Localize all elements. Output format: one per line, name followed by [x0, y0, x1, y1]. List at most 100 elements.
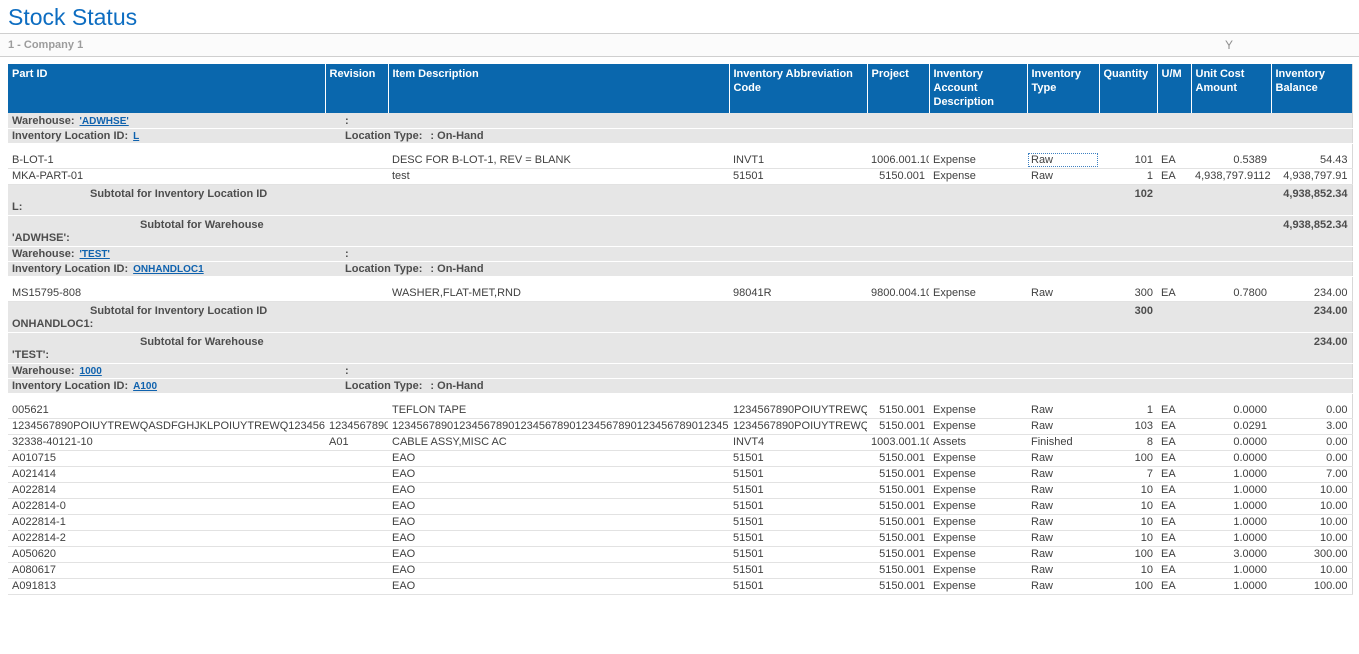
- cell-unit-cost-amount: 1.0000: [1191, 530, 1271, 546]
- subtotal-location-label: Subtotal for Inventory Location ID: [90, 305, 1095, 318]
- cell-inventory-type: Raw: [1027, 402, 1099, 418]
- cell-unit-cost-amount: 3.0000: [1191, 546, 1271, 562]
- cell-part-id: 005621: [8, 402, 325, 418]
- warehouse-link[interactable]: 'TEST': [80, 249, 110, 260]
- column-header-quantity: Quantity: [1099, 64, 1157, 113]
- cell-part-id: MKA-PART-01: [8, 168, 325, 184]
- warehouse-row: Warehouse:'ADWHSE':: [8, 113, 1352, 128]
- location-type-label: Location Type:: [345, 130, 422, 142]
- cell-revision: A01: [325, 434, 388, 450]
- warehouse-label: Warehouse:: [12, 248, 75, 260]
- cell-inventory-type: Raw: [1027, 578, 1099, 594]
- item-row: A010715EAO515015150.001ExpenseRaw100EA0.…: [8, 450, 1352, 466]
- location-type-label: Location Type:: [345, 380, 422, 392]
- warehouse-label: Warehouse:: [12, 365, 75, 377]
- cell-project: 5150.001: [867, 482, 929, 498]
- location-type: Location Type:: On-Hand: [345, 263, 484, 275]
- cell-quantity: 8: [1099, 434, 1157, 450]
- subtotal-location-id: L:: [12, 201, 1095, 214]
- cell-part-id: B-LOT-1: [8, 152, 325, 168]
- page-title: Stock Status: [8, 5, 1351, 29]
- cell-inventory-account-description: Expense: [929, 562, 1027, 578]
- cell-inventory-account-description: Expense: [929, 418, 1027, 434]
- cell-item-description: WASHER,FLAT-MET,RND: [388, 285, 729, 301]
- subtotal-warehouse-label-cell: Subtotal for Warehouse'TEST':: [8, 332, 1271, 363]
- cell-u-m: EA: [1157, 562, 1191, 578]
- cell-inventory-type: Raw: [1027, 482, 1099, 498]
- cell-inventory-type: Raw: [1027, 418, 1099, 434]
- warehouse-link[interactable]: 1000: [80, 366, 102, 377]
- cell-u-m: EA: [1157, 152, 1191, 168]
- subtotal-warehouse-label: Subtotal for Warehouse: [140, 219, 1267, 232]
- location-link[interactable]: A100: [133, 381, 157, 392]
- cell-unit-cost-amount: 0.0291: [1191, 418, 1271, 434]
- cell-revision: [325, 466, 388, 482]
- cell-inventory-abbreviation-code: 51501: [729, 514, 867, 530]
- report-header: Stock Status: [0, 0, 1359, 33]
- location-cell: Inventory Location ID:ONHANDLOC1Location…: [8, 261, 1352, 276]
- cell-project: 5150.001: [867, 514, 929, 530]
- cell-revision: [325, 578, 388, 594]
- report-body: Part IDRevisionItem DescriptionInventory…: [8, 64, 1352, 595]
- warehouse-link[interactable]: 'ADWHSE': [80, 116, 129, 127]
- cell-inventory-abbreviation-code: 51501: [729, 450, 867, 466]
- cell-u-m: EA: [1157, 168, 1191, 184]
- column-header-inventory-account-description: Inventory Account Description: [929, 64, 1027, 113]
- cell-item-description: EAO: [388, 546, 729, 562]
- location-link[interactable]: L: [133, 131, 139, 142]
- location-row: Inventory Location ID:LLocation Type:: O…: [8, 128, 1352, 143]
- item-row: A021414EAO515015150.001ExpenseRaw7EA1.00…: [8, 466, 1352, 482]
- cell-u-m: EA: [1157, 546, 1191, 562]
- item-row: B-LOT-1DESC FOR B-LOT-1, REV = BLANKINVT…: [8, 152, 1352, 168]
- cell-unit-cost-amount: 0.0000: [1191, 402, 1271, 418]
- item-row: A080617EAO515015150.001ExpenseRaw10EA1.0…: [8, 562, 1352, 578]
- cell-inventory-abbreviation-code: 51501: [729, 466, 867, 482]
- cell-revision: [325, 402, 388, 418]
- item-row: MKA-PART-01test515015150.001ExpenseRaw1E…: [8, 168, 1352, 184]
- cell-inventory-account-description: Expense: [929, 482, 1027, 498]
- cell-u-m: EA: [1157, 530, 1191, 546]
- cell-inventory-balance: 7.00: [1271, 466, 1352, 482]
- location-label: Inventory Location ID:: [12, 130, 128, 142]
- cell-inventory-account-description: Expense: [929, 402, 1027, 418]
- item-row: A022814EAO515015150.001ExpenseRaw10EA1.0…: [8, 482, 1352, 498]
- cell-inventory-account-description: Expense: [929, 152, 1027, 168]
- cell-part-id: A091813: [8, 578, 325, 594]
- subtotal-warehouse-row: Subtotal for Warehouse'ADWHSE':4,938,852…: [8, 215, 1352, 246]
- cell-inventory-balance: 3.00: [1271, 418, 1352, 434]
- column-header-revision: Revision: [325, 64, 388, 113]
- column-header-inventory-balance: Inventory Balance: [1271, 64, 1352, 113]
- cell-unit-cost-amount: 4,938,797.9112: [1191, 168, 1271, 184]
- cell-inventory-type: Raw: [1027, 450, 1099, 466]
- item-row: 1234567890POIUYTREWQASDFGHJKLPOIUYTREWQ1…: [8, 418, 1352, 434]
- warehouse-row: Warehouse: 'TEST':: [8, 246, 1352, 261]
- cell-inventory-account-description: Expense: [929, 578, 1027, 594]
- cell-unit-cost-amount: 1.0000: [1191, 578, 1271, 594]
- subtotal-warehouse-row: Subtotal for Warehouse'TEST':234.00: [8, 332, 1352, 363]
- cell-inventory-type: Raw: [1027, 514, 1099, 530]
- location-type-value: : On-Hand: [430, 380, 483, 392]
- subtotal-location-label-cell: Subtotal for Inventory Location IDL:: [8, 184, 1099, 215]
- cell-item-description: EAO: [388, 562, 729, 578]
- cell-unit-cost-amount: 1.0000: [1191, 498, 1271, 514]
- cell-inventory-type[interactable]: Raw: [1027, 152, 1099, 168]
- cell-part-id: A022814-2: [8, 530, 325, 546]
- cell-inventory-account-description: Assets: [929, 434, 1027, 450]
- cell-inventory-type: Raw: [1027, 530, 1099, 546]
- warehouse-colon: :: [345, 115, 349, 127]
- cell-inventory-balance: 54.43: [1271, 152, 1352, 168]
- warehouse-colon: :: [345, 248, 349, 260]
- warehouse-cell: Warehouse: 'TEST':: [8, 246, 1352, 261]
- cell-quantity: 10: [1099, 498, 1157, 514]
- cell-u-m: EA: [1157, 418, 1191, 434]
- cell-u-m: EA: [1157, 514, 1191, 530]
- location-link[interactable]: ONHANDLOC1: [133, 264, 204, 275]
- column-header-inventory-type: Inventory Type: [1027, 64, 1099, 113]
- company-label: 1 - Company 1: [8, 39, 83, 51]
- location-type-label: Location Type:: [345, 263, 422, 275]
- cell-revision: [325, 152, 388, 168]
- cell-project: 5150.001: [867, 466, 929, 482]
- cell-inventory-abbreviation-code: 51501: [729, 498, 867, 514]
- cell-inventory-balance: 100.00: [1271, 578, 1352, 594]
- cell-item-description: EAO: [388, 466, 729, 482]
